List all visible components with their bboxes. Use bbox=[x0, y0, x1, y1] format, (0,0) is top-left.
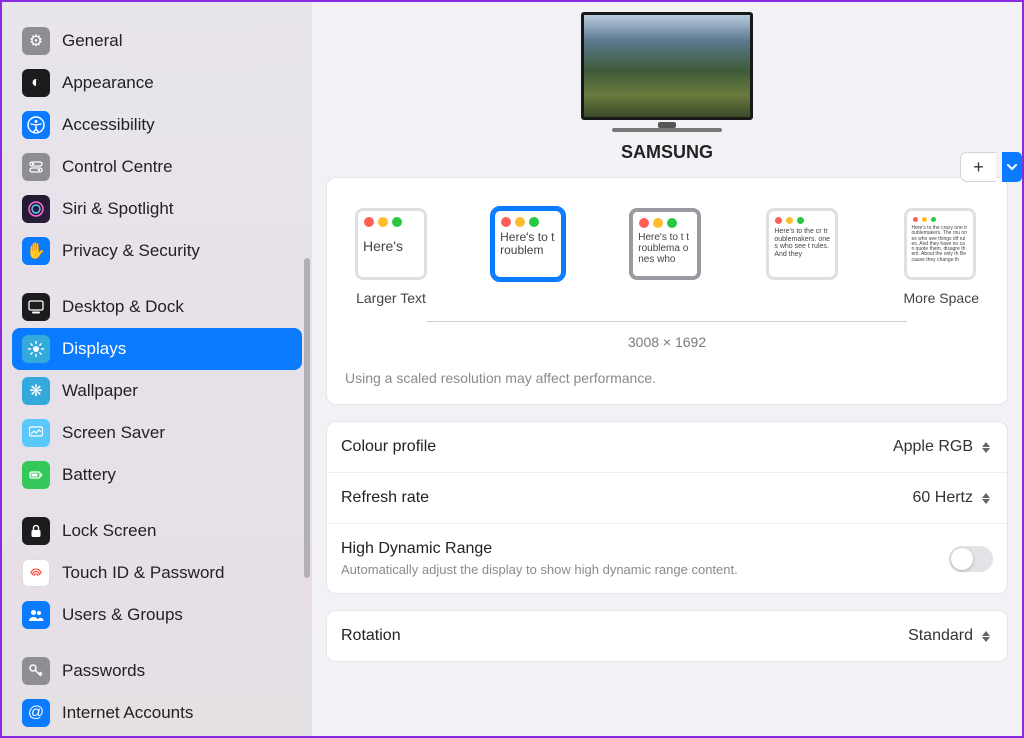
add-display-button[interactable]: + bbox=[960, 152, 996, 182]
resolution-option-3[interactable]: Here's to t troublema ones who bbox=[629, 208, 701, 280]
updown-icon bbox=[979, 489, 993, 507]
sidebar: ⚙ General ◐ Appearance Accessibility Con… bbox=[2, 2, 312, 736]
resolution-line bbox=[427, 320, 907, 322]
rotation-label: Rotation bbox=[341, 627, 401, 645]
add-display-control: + bbox=[960, 152, 1022, 182]
key-icon bbox=[22, 657, 50, 685]
sidebar-item-screen-saver[interactable]: Screen Saver bbox=[12, 412, 302, 454]
resolution-note: Using a scaled resolution may affect per… bbox=[327, 350, 1007, 404]
sidebar-item-label: Users & Groups bbox=[62, 605, 183, 625]
display-name: SAMSUNG bbox=[328, 142, 1006, 163]
sidebar-item-touch-id[interactable]: Touch ID & Password bbox=[12, 552, 302, 594]
displays-icon bbox=[22, 335, 50, 363]
wallpaper-icon: ❋ bbox=[22, 377, 50, 405]
monitor-preview bbox=[581, 12, 753, 120]
sidebar-item-label: Screen Saver bbox=[62, 423, 165, 443]
monitor-stand bbox=[612, 128, 722, 132]
resolution-option-1[interactable]: Here's bbox=[355, 208, 427, 280]
siri-icon bbox=[22, 195, 50, 223]
resolution-option-2[interactable]: Here's to troublem bbox=[492, 208, 564, 280]
battery-icon bbox=[22, 461, 50, 489]
chevron-down-icon bbox=[1006, 161, 1018, 173]
content-area: SAMSUNG + Here's Larger Text Here's to t… bbox=[312, 2, 1022, 736]
sidebar-item-displays[interactable]: Displays bbox=[12, 328, 302, 370]
sidebar-item-battery[interactable]: Battery bbox=[12, 454, 302, 496]
at-icon: @ bbox=[22, 699, 50, 727]
control-centre-icon bbox=[22, 153, 50, 181]
sidebar-item-passwords[interactable]: Passwords bbox=[12, 650, 302, 692]
resolution-value: 3008 × 1692 bbox=[327, 334, 1007, 350]
refresh-rate-select[interactable]: 60 Hertz bbox=[913, 489, 993, 507]
sidebar-item-label: Lock Screen bbox=[62, 521, 157, 541]
sidebar-item-label: Appearance bbox=[62, 73, 154, 93]
sidebar-item-label: Accessibility bbox=[62, 115, 155, 135]
resolution-picker: Here's Larger Text Here's to troublem He… bbox=[327, 178, 1007, 316]
sidebar-item-label: Siri & Spotlight bbox=[62, 199, 174, 219]
refresh-rate-row: Refresh rate 60 Hertz bbox=[327, 472, 1007, 523]
sidebar-item-appearance[interactable]: ◐ Appearance bbox=[12, 62, 302, 104]
hdr-row: High Dynamic Range Automatically adjust … bbox=[327, 523, 1007, 593]
sidebar-item-control-centre[interactable]: Control Centre bbox=[12, 146, 302, 188]
sidebar-item-internet-accounts[interactable]: @ Internet Accounts bbox=[12, 692, 302, 734]
hand-icon: ✋ bbox=[22, 237, 50, 265]
resolution-section: Here's Larger Text Here's to troublem He… bbox=[326, 177, 1008, 405]
hdr-toggle[interactable] bbox=[949, 546, 993, 572]
sidebar-item-label: Internet Accounts bbox=[62, 703, 193, 723]
refresh-rate-label: Refresh rate bbox=[341, 489, 429, 507]
hdr-label: High Dynamic Range bbox=[341, 540, 738, 558]
display-settings-section: Colour profile Apple RGB Refresh rate 60… bbox=[326, 421, 1008, 594]
scrollbar[interactable] bbox=[304, 258, 310, 578]
sidebar-item-label: Touch ID & Password bbox=[62, 563, 225, 583]
lock-icon bbox=[22, 517, 50, 545]
colour-profile-label: Colour profile bbox=[341, 438, 436, 456]
resolution-option-4[interactable]: Here's to the cr troublemakers. ones who… bbox=[766, 208, 838, 280]
accessibility-icon bbox=[22, 111, 50, 139]
rotation-select[interactable]: Standard bbox=[908, 627, 993, 645]
fingerprint-icon bbox=[22, 559, 50, 587]
sidebar-item-siri-spotlight[interactable]: Siri & Spotlight bbox=[12, 188, 302, 230]
updown-icon bbox=[979, 627, 993, 645]
display-header: SAMSUNG + bbox=[312, 12, 1022, 177]
hdr-sublabel: Automatically adjust the display to show… bbox=[341, 562, 738, 577]
sidebar-item-label: General bbox=[62, 31, 122, 51]
sidebar-item-label: Wallpaper bbox=[62, 381, 138, 401]
sidebar-item-privacy-security[interactable]: ✋ Privacy & Security bbox=[12, 230, 302, 272]
sidebar-item-label: Desktop & Dock bbox=[62, 297, 184, 317]
colour-profile-row: Colour profile Apple RGB bbox=[327, 422, 1007, 472]
sidebar-item-lock-screen[interactable]: Lock Screen bbox=[12, 510, 302, 552]
sidebar-item-users-groups[interactable]: Users & Groups bbox=[12, 594, 302, 636]
updown-icon bbox=[979, 438, 993, 456]
sidebar-item-accessibility[interactable]: Accessibility bbox=[12, 104, 302, 146]
more-space-label: More Space bbox=[904, 290, 979, 306]
sidebar-item-label: Passwords bbox=[62, 661, 145, 681]
sidebar-item-wallpaper[interactable]: ❋ Wallpaper bbox=[12, 370, 302, 412]
sidebar-item-label: Privacy & Security bbox=[62, 241, 200, 261]
rotation-section: Rotation Standard bbox=[326, 610, 1008, 662]
users-icon bbox=[22, 601, 50, 629]
appearance-icon: ◐ bbox=[22, 69, 50, 97]
sidebar-item-desktop-dock[interactable]: Desktop & Dock bbox=[12, 286, 302, 328]
colour-profile-select[interactable]: Apple RGB bbox=[893, 438, 993, 456]
plus-icon: + bbox=[973, 157, 984, 178]
rotation-row: Rotation Standard bbox=[327, 611, 1007, 661]
sidebar-item-label: Battery bbox=[62, 465, 116, 485]
gear-icon: ⚙ bbox=[22, 27, 50, 55]
resolution-option-5[interactable]: Here's to the crazy one troublemakers. T… bbox=[904, 208, 976, 280]
add-display-dropdown[interactable] bbox=[1002, 152, 1022, 182]
sidebar-item-label: Displays bbox=[62, 339, 126, 359]
larger-text-label: Larger Text bbox=[355, 290, 427, 306]
sidebar-item-general[interactable]: ⚙ General bbox=[12, 20, 302, 62]
screen-saver-icon bbox=[22, 419, 50, 447]
sidebar-item-label: Control Centre bbox=[62, 157, 173, 177]
desktop-dock-icon bbox=[22, 293, 50, 321]
